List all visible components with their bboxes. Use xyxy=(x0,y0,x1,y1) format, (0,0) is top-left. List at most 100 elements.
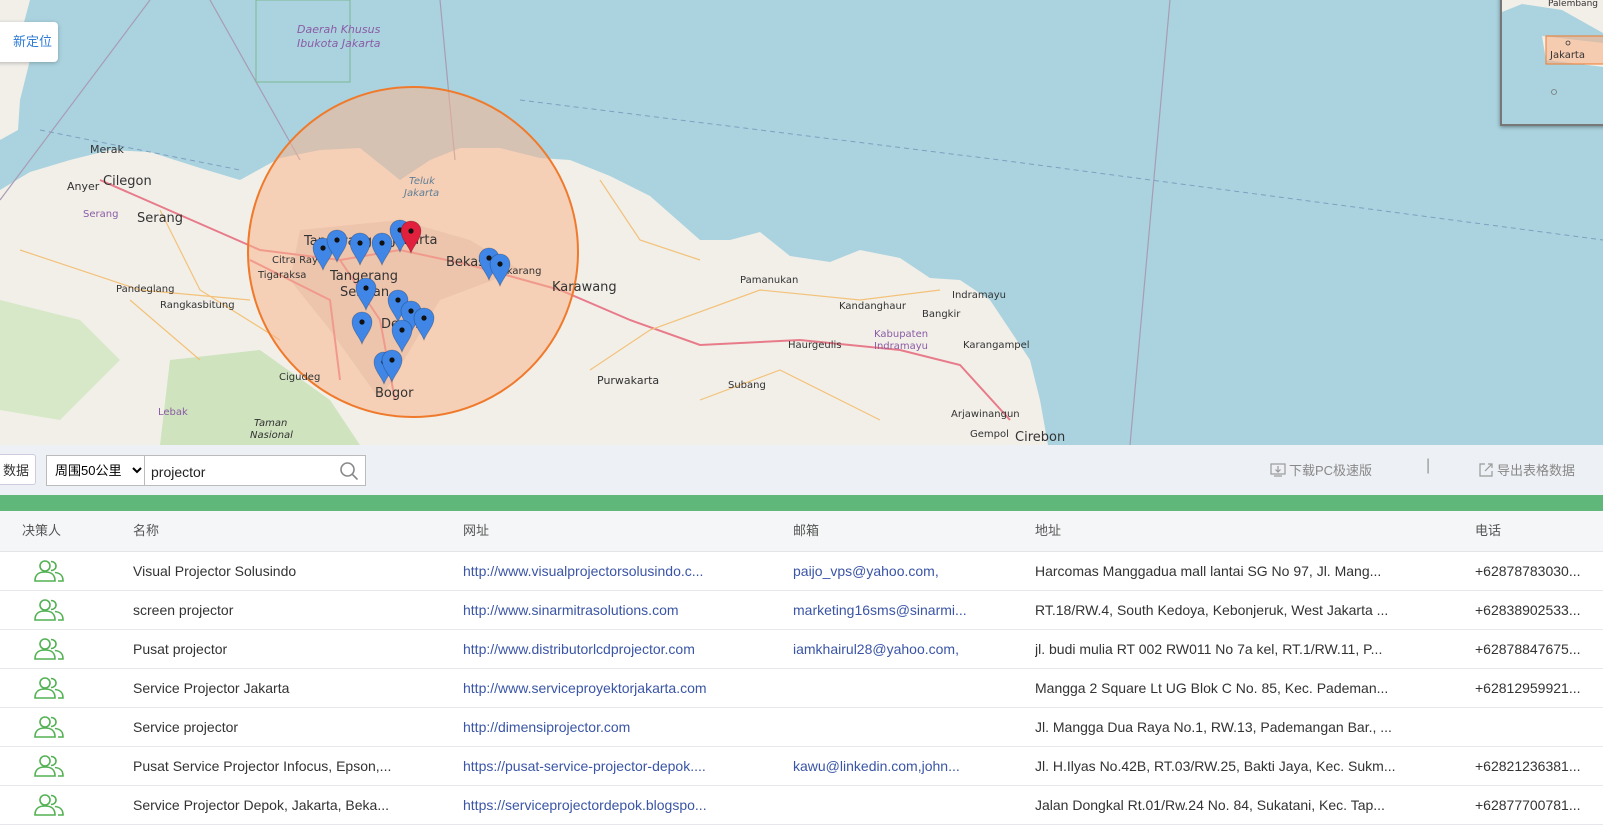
label-nasional: Nasional xyxy=(250,430,293,441)
header-website[interactable]: 网址 xyxy=(463,511,763,551)
label-teluk: Teluk xyxy=(409,176,436,187)
marker-dot xyxy=(421,315,427,321)
cell-name: screen projector xyxy=(133,602,234,618)
download-icon xyxy=(1270,462,1286,477)
table-row[interactable]: Service Projector Depok, Jakarta, Beka..… xyxy=(0,786,1603,825)
marker-dot xyxy=(359,319,365,325)
cell-email[interactable]: kawu@linkedin.com,john... xyxy=(793,747,983,785)
cell-address: Jl. Mangga Dua Raya No.1, RW.13, Pademan… xyxy=(1035,719,1392,735)
cell-name: Visual Projector Solusindo xyxy=(133,563,297,579)
label-kab-indramayu: Kabupaten xyxy=(874,329,928,340)
export-table-button[interactable]: 导出表格数据 xyxy=(1478,460,1575,479)
label-taman: Taman xyxy=(254,418,287,429)
label-arjawinangun: Arjawinangun xyxy=(951,409,1020,420)
export-label: 导出表格数据 xyxy=(1497,463,1576,478)
label-merak: Merak xyxy=(90,143,125,156)
map-view[interactable]: Daerah Khusus Ibukota Jakarta Merak Anye… xyxy=(0,0,1603,445)
cell-phone: +62812959921... xyxy=(1475,680,1581,696)
label-serang: Serang xyxy=(137,211,183,226)
cell-phone: +62878847675... xyxy=(1475,641,1581,657)
table-row[interactable]: Pusat projector http://www.distributorlcd… xyxy=(0,630,1603,669)
decision-maker-icon[interactable] xyxy=(34,559,64,583)
label-kab-indramayu2: Indramayu xyxy=(874,341,928,352)
cell-email[interactable]: paijo_vps@yahoo.com, xyxy=(793,552,983,590)
export-icon xyxy=(1479,462,1493,477)
label-pamanukan: Pamanukan xyxy=(740,275,798,286)
minimap-dot xyxy=(1551,89,1557,95)
header-address[interactable]: 地址 xyxy=(1035,511,1407,551)
cell-email[interactable] xyxy=(793,786,983,824)
header-email[interactable]: 邮箱 xyxy=(793,511,983,551)
overview-minimap[interactable]: Palembang Jakarta xyxy=(1500,0,1603,126)
cell-name: Service Projector Depok, Jakarta, Beka..… xyxy=(133,797,389,813)
label-rangkasbitung: Rangkasbitung xyxy=(160,300,235,311)
decision-maker-icon[interactable] xyxy=(34,676,64,700)
cell-website[interactable]: http://www.distributorlcdprojector.com xyxy=(463,630,763,668)
relocate-button[interactable]: 新定位 xyxy=(0,22,58,62)
cell-website[interactable]: http://dimensiprojector.com xyxy=(463,708,763,746)
search-box xyxy=(144,455,366,487)
search-radius-circle xyxy=(247,86,579,418)
cell-address: Mangga 2 Square Lt UG Blok C No. 85, Kec… xyxy=(1035,680,1389,696)
search-icon[interactable] xyxy=(339,461,359,481)
cell-email[interactable]: iamkhairul28@yahoo.com, xyxy=(793,630,983,668)
cell-phone: +62878783030... xyxy=(1475,563,1581,579)
cell-website[interactable]: http://www.sinarmitrasolutions.com xyxy=(463,591,763,629)
minimap-label-jakarta: Jakarta xyxy=(1549,50,1585,61)
decision-maker-icon[interactable] xyxy=(34,793,64,817)
radius-select[interactable]: 周围50公里 xyxy=(46,455,146,486)
marker-dot xyxy=(395,297,401,303)
cell-address: Jl. H.Ilyas No.42B, RT.03/RW.25, Bakti J… xyxy=(1035,758,1396,774)
header-phone[interactable]: 电话 xyxy=(1475,511,1603,551)
marker-dot xyxy=(389,357,395,363)
cell-website[interactable]: http://www.serviceproyektorjakarta.com xyxy=(463,669,763,707)
marker-dot xyxy=(399,327,405,333)
cell-address: jl. budi mulia RT 002 RW011 No 7a kel, R… xyxy=(1035,641,1383,657)
download-pc-button[interactable]: 下载PC极速版 xyxy=(1270,460,1372,479)
header-decision[interactable]: 决策人 xyxy=(22,511,82,551)
map-canvas: Daerah Khusus Ibukota Jakarta Merak Anye… xyxy=(0,0,1603,445)
cell-email[interactable] xyxy=(793,669,983,707)
table-row[interactable]: screen projector http://www.sinarmitrasol… xyxy=(0,591,1603,630)
label-dki: Daerah Khusus xyxy=(297,23,381,36)
label-dki2: Ibukota Jakarta xyxy=(297,37,381,50)
label-bangkir: Bangkir xyxy=(922,309,961,320)
label-bogor: Bogor xyxy=(375,386,414,401)
marker-dot xyxy=(379,240,385,246)
cell-name: Pusat Service Projector Infocus, Epson,.… xyxy=(133,758,392,774)
data-button[interactable]: 数据 xyxy=(0,454,36,485)
cell-name: Pusat projector xyxy=(133,641,228,657)
decision-maker-icon[interactable] xyxy=(34,598,64,622)
label-indramayu: Indramayu xyxy=(952,290,1006,301)
label-cilegon: Cilegon xyxy=(103,174,152,189)
table-row[interactable]: Service Projector Jakarta http://www.serv… xyxy=(0,669,1603,708)
table-row[interactable]: Pusat Service Projector Infocus, Epson,.… xyxy=(0,747,1603,786)
progress-bar xyxy=(0,495,1603,511)
cell-website[interactable]: http://www.visualprojectorsolusindo.c... xyxy=(463,552,763,590)
table-row[interactable]: Visual Projector Solusindo http://www.vis… xyxy=(0,552,1603,591)
land-sumatra xyxy=(0,0,30,140)
cell-website[interactable]: https://serviceprojectordepok.blogspo... xyxy=(463,786,763,824)
table-row[interactable]: Service projector http://dimensiprojector… xyxy=(0,708,1603,747)
search-input[interactable] xyxy=(149,456,333,487)
minimap-canvas: Palembang Jakarta xyxy=(1502,0,1603,95)
cell-address: Jalan Dongkal Rt.01/Rw.24 No. 84, Sukata… xyxy=(1035,797,1385,813)
cell-email[interactable]: marketing16sms@sinarmi... xyxy=(793,591,983,629)
marker-dot xyxy=(334,237,340,243)
label-anyer: Anyer xyxy=(67,180,100,193)
label-karangampel: Karangampel xyxy=(963,340,1030,351)
cell-address: Harcomas Manggadua mall lantai SG No 97,… xyxy=(1035,563,1382,579)
header-name[interactable]: 名称 xyxy=(133,511,433,551)
marker-dot xyxy=(357,240,363,246)
cell-email[interactable] xyxy=(793,708,983,746)
label-subang: Subang xyxy=(728,380,766,391)
decision-maker-icon[interactable] xyxy=(34,754,64,778)
cell-phone: +62877700781... xyxy=(1475,797,1581,813)
decision-maker-icon[interactable] xyxy=(34,637,64,661)
label-tigaraksa: Tigaraksa xyxy=(257,270,306,281)
cell-website[interactable]: https://pusat-service-projector-depok...… xyxy=(463,747,763,785)
decision-maker-icon[interactable] xyxy=(34,715,64,739)
label-lebak: Lebak xyxy=(158,407,188,418)
label-cirebon: Cirebon xyxy=(1015,430,1065,445)
cell-name: Service Projector Jakarta xyxy=(133,680,290,696)
